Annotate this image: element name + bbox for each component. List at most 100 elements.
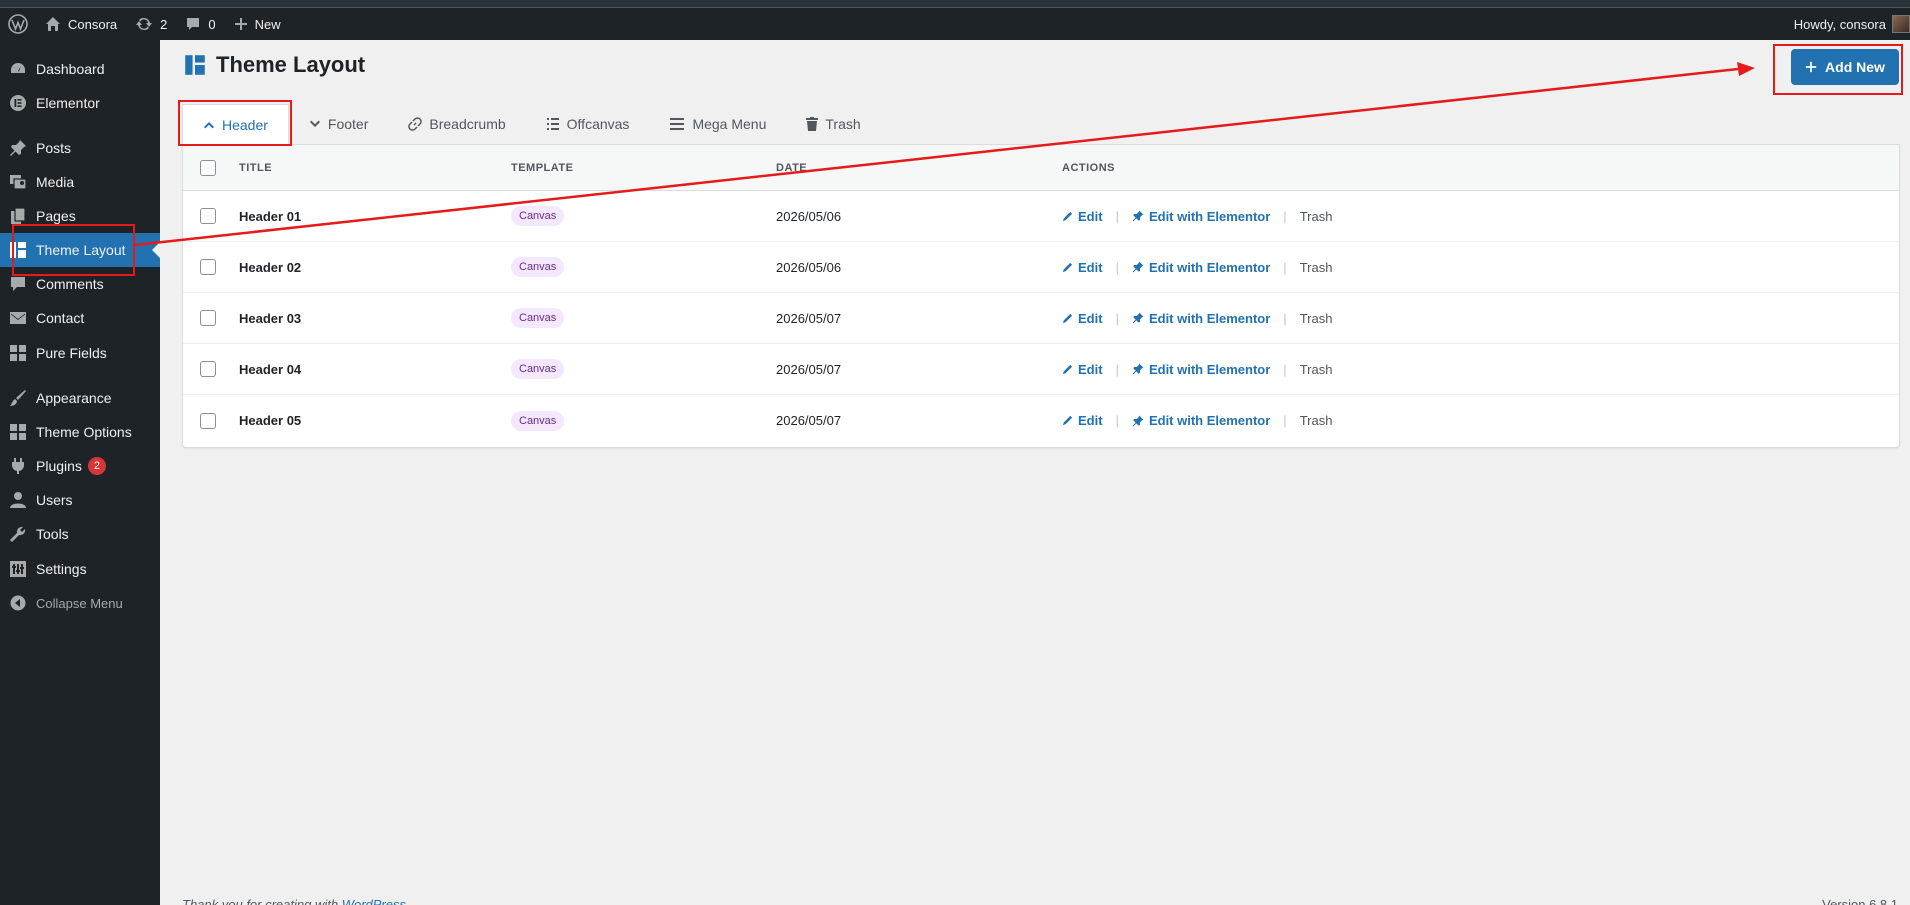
row-title[interactable]: Header 05 (239, 395, 301, 446)
site-name-link[interactable]: Consora (36, 8, 126, 40)
edit-link[interactable]: Edit (1062, 362, 1103, 377)
annotation-box-theme-layout (12, 224, 135, 276)
trash-icon (806, 117, 819, 131)
link-icon (408, 117, 423, 131)
column-header-template: TEMPLATE (511, 161, 574, 174)
comments-link[interactable]: 0 (176, 8, 224, 40)
page-header: Theme Layout (184, 52, 365, 78)
updates-link[interactable]: 2 (126, 8, 176, 40)
row-date: 2026/05/06 (776, 259, 842, 275)
sidebar-item-plugins[interactable]: Plugins 2 (0, 449, 160, 483)
annotation-box-add-new (1773, 44, 1903, 95)
updates-count: 2 (160, 16, 168, 32)
sidebar-item-elementor[interactable]: Elementor (0, 86, 160, 120)
template-badge: Canvas (511, 359, 565, 379)
wordpress-logo-button[interactable] (0, 8, 36, 40)
tab-mega-menu[interactable]: Mega Menu (649, 104, 786, 144)
row-title[interactable]: Header 01 (239, 191, 301, 241)
trash-link[interactable]: Trash (1300, 362, 1333, 377)
table-row: Header 02 Canvas 2026/05/06 Edit | Edit … (183, 242, 1899, 293)
edit-link[interactable]: Edit (1062, 209, 1103, 224)
sidebar-item-users[interactable]: Users (0, 483, 160, 517)
row-checkbox[interactable] (200, 412, 216, 429)
howdy-label: Howdy, consora (1793, 16, 1886, 32)
table-row: Header 03 Canvas 2026/05/07 Edit | Edit … (183, 293, 1899, 344)
site-name-label: Consora (68, 16, 118, 32)
grid-icon (10, 424, 26, 440)
new-content-link[interactable]: New (225, 8, 290, 40)
row-checkbox[interactable] (200, 310, 216, 326)
pencil-icon (1062, 415, 1073, 426)
new-label: New (254, 16, 281, 32)
trash-link[interactable]: Trash (1300, 209, 1333, 224)
action-separator: | (1283, 310, 1287, 326)
sidebar-item-media[interactable]: Media (0, 165, 160, 199)
table-row: Header 04 Canvas 2026/05/07 Edit | Edit … (183, 344, 1899, 395)
row-checkbox[interactable] (200, 208, 216, 224)
sidebar-item-posts[interactable]: Posts (0, 131, 160, 165)
user-account-menu[interactable]: Howdy, consora (1785, 8, 1910, 40)
row-title[interactable]: Header 02 (239, 242, 301, 292)
action-separator: | (1283, 208, 1287, 224)
trash-link[interactable]: Trash (1300, 311, 1333, 326)
sidebar-item-pure-fields[interactable]: Pure Fields (0, 336, 160, 370)
row-date: 2026/05/07 (776, 310, 842, 326)
sidebar-item-dashboard[interactable]: Dashboard (0, 52, 160, 86)
wrench-icon (10, 526, 26, 542)
pin-icon (1132, 312, 1144, 324)
settings-icon (10, 561, 26, 577)
sidebar-item-settings[interactable]: Settings (0, 552, 160, 586)
trash-link[interactable]: Trash (1300, 260, 1333, 275)
row-title[interactable]: Header 04 (239, 344, 301, 394)
row-checkbox[interactable] (200, 259, 216, 275)
select-all-checkbox[interactable] (200, 159, 216, 176)
window-top-strip (0, 0, 1910, 8)
column-header-date[interactable]: DATE (776, 145, 807, 190)
row-title[interactable]: Header 03 (239, 293, 301, 343)
sidebar-item-theme-options[interactable]: Theme Options (0, 415, 160, 449)
tab-footer[interactable]: Footer (289, 104, 388, 144)
edit-link[interactable]: Edit (1062, 260, 1103, 275)
pin-icon (1132, 261, 1144, 273)
layout-icon (185, 55, 205, 75)
pin-icon (10, 140, 26, 156)
pencil-icon (1062, 364, 1073, 374)
row-checkbox[interactable] (200, 361, 216, 377)
comment-icon (11, 277, 25, 291)
tab-offcanvas[interactable]: Offcanvas (526, 104, 650, 144)
sidebar-item-contact[interactable]: Contact (0, 301, 160, 335)
mail-icon (10, 312, 26, 324)
user-icon (10, 492, 26, 508)
action-separator: | (1115, 208, 1119, 224)
menu-icon (670, 118, 685, 130)
wordpress-logo-icon (8, 14, 28, 34)
sidebar-item-tools[interactable]: Tools (0, 517, 160, 551)
edit-link[interactable]: Edit (1062, 413, 1103, 428)
trash-link[interactable]: Trash (1300, 413, 1333, 428)
tab-breadcrumb[interactable]: Breadcrumb (388, 104, 525, 144)
sidebar-item-appearance[interactable]: Appearance (0, 381, 160, 415)
chevron-down-icon (309, 120, 320, 127)
edit-with-elementor-link[interactable]: Edit with Elementor (1132, 413, 1270, 428)
pencil-icon (1062, 262, 1073, 272)
list-icon (546, 118, 559, 130)
action-separator: | (1115, 361, 1119, 377)
brush-icon (10, 390, 26, 406)
edit-with-elementor-link[interactable]: Edit with Elementor (1132, 209, 1270, 224)
collapse-menu-button[interactable]: Collapse Menu (0, 586, 160, 620)
edit-with-elementor-link[interactable]: Edit with Elementor (1132, 311, 1270, 326)
theme-layout-table: TITLE TEMPLATE DATE ACTIONS Header 01 Ca… (182, 144, 1900, 448)
pencil-icon (1062, 211, 1073, 221)
pencil-icon (1062, 313, 1073, 323)
wordpress-link[interactable]: WordPress (342, 897, 406, 905)
tab-trash[interactable]: Trash (786, 104, 880, 144)
pin-icon (1132, 415, 1144, 426)
template-badge: Canvas (511, 206, 565, 226)
edit-with-elementor-link[interactable]: Edit with Elementor (1132, 362, 1270, 377)
home-icon (46, 17, 60, 31)
row-date: 2026/05/06 (776, 208, 842, 224)
column-header-title[interactable]: TITLE (239, 145, 272, 190)
edit-link[interactable]: Edit (1062, 311, 1103, 326)
edit-with-elementor-link[interactable]: Edit with Elementor (1132, 260, 1270, 275)
action-separator: | (1115, 310, 1119, 326)
